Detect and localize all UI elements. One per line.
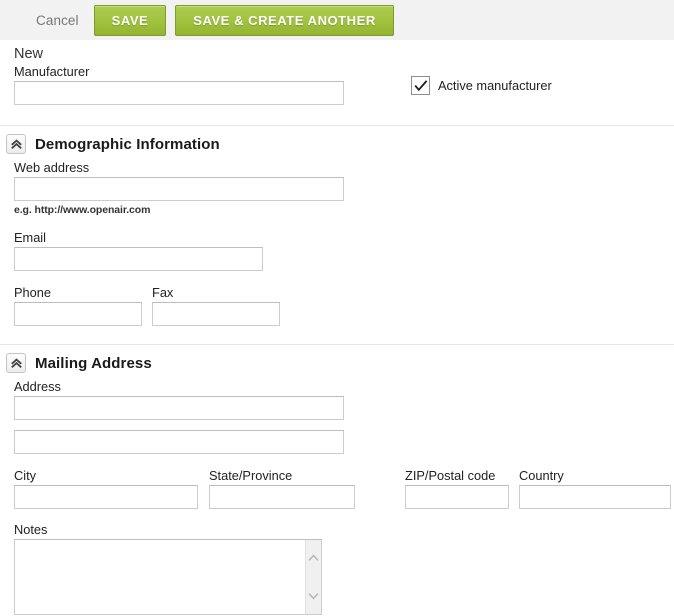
scroll-up-icon	[308, 554, 319, 561]
section-header-mailing-address[interactable]: Mailing Address	[0, 345, 674, 379]
country-field: Country	[519, 468, 671, 509]
address-label: Address	[14, 379, 61, 394]
save-and-create-another-button[interactable]: SAVE & CREATE ANOTHER	[175, 4, 394, 36]
active-manufacturer-label: Active manufacturer	[438, 78, 552, 93]
email-input[interactable]	[14, 247, 263, 271]
city-input[interactable]	[14, 485, 198, 509]
notes-textarea-wrapper	[14, 539, 322, 615]
notes-field: Notes	[14, 509, 674, 615]
chevron-double-up-icon[interactable]	[6, 353, 26, 373]
chevron-double-up-icon[interactable]	[6, 134, 26, 154]
active-manufacturer-row[interactable]: Active manufacturer	[411, 76, 552, 95]
city-label: City	[14, 468, 37, 483]
cancel-button[interactable]: Cancel	[30, 9, 85, 32]
phone-input[interactable]	[14, 302, 142, 326]
notes-label: Notes	[14, 522, 48, 537]
address-line2-field	[14, 420, 674, 454]
manufacturer-name-input[interactable]	[14, 81, 344, 105]
address-line1-field: Address	[14, 379, 674, 420]
mailing-address-fields: Address City State/Province ZIP/Postal c…	[0, 379, 674, 615]
section-title: Demographic Information	[35, 135, 220, 153]
fax-label: Fax	[152, 285, 174, 300]
fax-input[interactable]	[152, 302, 280, 326]
active-manufacturer-checkbox[interactable]	[411, 76, 430, 95]
phone-field: Phone	[14, 285, 142, 326]
address-line2-input[interactable]	[14, 430, 344, 454]
checkmark-icon	[414, 79, 427, 91]
record-status-title: New	[14, 46, 44, 62]
zip-postal-code-field: ZIP/Postal code	[405, 468, 509, 509]
email-field: Email	[14, 216, 674, 271]
form-body: New Manufacturer Demographic Information…	[0, 40, 674, 615]
section-header-demographic-information[interactable]: Demographic Information	[0, 126, 674, 160]
save-button[interactable]: SAVE	[93, 4, 167, 36]
state-province-field: State/Province	[209, 468, 355, 509]
zip-postal-code-label: ZIP/Postal code	[405, 468, 496, 483]
section-title: Mailing Address	[35, 354, 152, 372]
web-address-input[interactable]	[14, 177, 344, 201]
phone-label: Phone	[14, 285, 52, 300]
manufacturer-name-block: Manufacturer	[0, 64, 674, 105]
demographic-fields: Web address e.g. http://www.openair.com …	[0, 160, 674, 326]
city-field: City	[14, 468, 198, 509]
notes-scrollbar[interactable]	[305, 540, 321, 614]
country-label: Country	[519, 468, 564, 483]
web-address-field: Web address e.g. http://www.openair.com	[14, 160, 674, 216]
manufacturer-name-label: Manufacturer	[14, 64, 90, 79]
state-province-label: State/Province	[209, 468, 293, 483]
state-province-input[interactable]	[209, 485, 355, 509]
email-label: Email	[14, 230, 46, 245]
country-input[interactable]	[519, 485, 671, 509]
form-action-toolbar: Cancel SAVE SAVE & CREATE ANOTHER	[0, 0, 674, 40]
notes-textarea[interactable]	[14, 539, 322, 615]
phone-fax-row: Phone Fax	[14, 271, 674, 326]
scroll-down-icon	[308, 593, 319, 600]
manufacturer-edit-form: Cancel SAVE SAVE & CREATE ANOTHER New Ma…	[0, 0, 674, 616]
web-address-label: Web address	[14, 160, 90, 175]
address-line1-input[interactable]	[14, 396, 344, 420]
zip-postal-code-input[interactable]	[405, 485, 509, 509]
city-state-zip-country-row: City State/Province ZIP/Postal code Coun…	[14, 454, 674, 509]
fax-field: Fax	[152, 285, 280, 326]
web-address-hint: e.g. http://www.openair.com	[14, 204, 151, 216]
